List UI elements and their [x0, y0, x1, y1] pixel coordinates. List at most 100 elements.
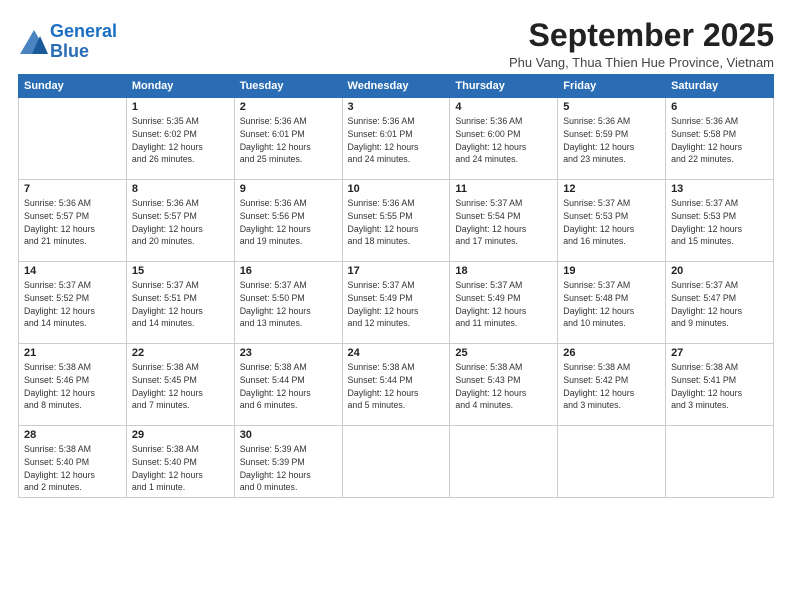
- calendar-cell: 28Sunrise: 5:38 AMSunset: 5:40 PMDayligh…: [19, 426, 127, 498]
- day-info: Sunrise: 5:38 AMSunset: 5:44 PMDaylight:…: [240, 361, 337, 412]
- day-number: 15: [132, 265, 229, 277]
- calendar-cell: [342, 426, 450, 498]
- day-info: Sunrise: 5:38 AMSunset: 5:45 PMDaylight:…: [132, 361, 229, 412]
- day-number: 8: [132, 183, 229, 195]
- calendar-cell: 13Sunrise: 5:37 AMSunset: 5:53 PMDayligh…: [666, 180, 774, 262]
- calendar-cell: 23 Sunrise: 5:38 AMSunset: 5:44 PMDayligh…: [234, 344, 342, 426]
- weekday-header-friday: Friday: [558, 75, 666, 98]
- day-number: 3: [348, 101, 445, 113]
- day-info: Sunrise: 5:38 AMSunset: 5:42 PMDaylight:…: [563, 361, 660, 412]
- day-number: 6: [671, 101, 768, 113]
- day-number: 20: [671, 265, 768, 277]
- calendar-table: SundayMondayTuesdayWednesdayThursdayFrid…: [18, 74, 774, 498]
- day-info: Sunrise: 5:36 AMSunset: 5:57 PMDaylight:…: [24, 197, 121, 248]
- weekday-header-sunday: Sunday: [19, 75, 127, 98]
- day-info: Sunrise: 5:37 AMSunset: 5:53 PMDaylight:…: [671, 197, 768, 248]
- day-number: 2: [240, 101, 337, 113]
- calendar-cell: 27 Sunrise: 5:38 AMSunset: 5:41 PMDayligh…: [666, 344, 774, 426]
- page: General Blue September 2025 Phu Vang, Th…: [0, 0, 792, 612]
- day-info: Sunrise: 5:37 AMSunset: 5:47 PMDaylight:…: [671, 279, 768, 330]
- calendar-cell: 25 Sunrise: 5:38 AMSunset: 5:43 PMDayligh…: [450, 344, 558, 426]
- weekday-header-tuesday: Tuesday: [234, 75, 342, 98]
- day-number: 17: [348, 265, 445, 277]
- weekday-header-row: SundayMondayTuesdayWednesdayThursdayFrid…: [19, 75, 774, 98]
- day-number: 16: [240, 265, 337, 277]
- day-number: 21: [24, 347, 121, 359]
- calendar-cell: 12Sunrise: 5:37 AMSunset: 5:53 PMDayligh…: [558, 180, 666, 262]
- calendar-cell: 6Sunrise: 5:36 AMSunset: 5:58 PMDaylight…: [666, 98, 774, 180]
- calendar-cell: 30Sunrise: 5:39 AMSunset: 5:39 PMDayligh…: [234, 426, 342, 498]
- day-number: 22: [132, 347, 229, 359]
- calendar-cell: 21 Sunrise: 5:38 AMSunset: 5:46 PMDayligh…: [19, 344, 127, 426]
- day-number: 30: [240, 429, 337, 441]
- weekday-header-saturday: Saturday: [666, 75, 774, 98]
- day-number: 29: [132, 429, 229, 441]
- calendar-cell: 18 Sunrise: 5:37 AMSunset: 5:49 PMDayligh…: [450, 262, 558, 344]
- week-row-4: 21 Sunrise: 5:38 AMSunset: 5:46 PMDayligh…: [19, 344, 774, 426]
- calendar-cell: [450, 426, 558, 498]
- week-row-3: 14 Sunrise: 5:37 AMSunset: 5:52 PMDayligh…: [19, 262, 774, 344]
- calendar-cell: 29 Sunrise: 5:38 AMSunset: 5:40 PMDayligh…: [126, 426, 234, 498]
- day-info: Sunrise: 5:38 AMSunset: 5:43 PMDaylight:…: [455, 361, 552, 412]
- day-info: Sunrise: 5:37 AMSunset: 5:48 PMDaylight:…: [563, 279, 660, 330]
- calendar-cell: 9Sunrise: 5:36 AMSunset: 5:56 PMDaylight…: [234, 180, 342, 262]
- day-info: Sunrise: 5:36 AMSunset: 5:55 PMDaylight:…: [348, 197, 445, 248]
- calendar-cell: 5 Sunrise: 5:36 AMSunset: 5:59 PMDaylight…: [558, 98, 666, 180]
- day-info: Sunrise: 5:38 AMSunset: 5:41 PMDaylight:…: [671, 361, 768, 412]
- calendar-cell: [666, 426, 774, 498]
- calendar-cell: 15 Sunrise: 5:37 AMSunset: 5:51 PMDayligh…: [126, 262, 234, 344]
- calendar-cell: 14 Sunrise: 5:37 AMSunset: 5:52 PMDayligh…: [19, 262, 127, 344]
- day-number: 27: [671, 347, 768, 359]
- day-number: 5: [563, 101, 660, 113]
- day-number: 4: [455, 101, 552, 113]
- day-info: Sunrise: 5:36 AMSunset: 6:01 PMDaylight:…: [240, 115, 337, 166]
- logo-text: General Blue: [50, 22, 117, 62]
- day-info: Sunrise: 5:35 AMSunset: 6:02 PMDaylight:…: [132, 115, 229, 166]
- day-info: Sunrise: 5:38 AMSunset: 5:44 PMDaylight:…: [348, 361, 445, 412]
- day-info: Sunrise: 5:37 AMSunset: 5:54 PMDaylight:…: [455, 197, 552, 248]
- day-number: 14: [24, 265, 121, 277]
- week-row-2: 7 Sunrise: 5:36 AMSunset: 5:57 PMDaylight…: [19, 180, 774, 262]
- weekday-header-monday: Monday: [126, 75, 234, 98]
- day-info: Sunrise: 5:38 AMSunset: 5:46 PMDaylight:…: [24, 361, 121, 412]
- day-number: 23: [240, 347, 337, 359]
- calendar-cell: 11Sunrise: 5:37 AMSunset: 5:54 PMDayligh…: [450, 180, 558, 262]
- day-number: 1: [132, 101, 229, 113]
- calendar-cell: 8 Sunrise: 5:36 AMSunset: 5:57 PMDaylight…: [126, 180, 234, 262]
- day-info: Sunrise: 5:37 AMSunset: 5:49 PMDaylight:…: [348, 279, 445, 330]
- calendar-cell: 26 Sunrise: 5:38 AMSunset: 5:42 PMDayligh…: [558, 344, 666, 426]
- day-number: 24: [348, 347, 445, 359]
- weekday-header-thursday: Thursday: [450, 75, 558, 98]
- location-subtitle: Phu Vang, Thua Thien Hue Province, Vietn…: [509, 55, 774, 70]
- day-info: Sunrise: 5:36 AMSunset: 5:59 PMDaylight:…: [563, 115, 660, 166]
- calendar-cell: 3 Sunrise: 5:36 AMSunset: 6:01 PMDaylight…: [342, 98, 450, 180]
- day-info: Sunrise: 5:37 AMSunset: 5:51 PMDaylight:…: [132, 279, 229, 330]
- week-row-1: 1 Sunrise: 5:35 AMSunset: 6:02 PMDaylight…: [19, 98, 774, 180]
- day-info: Sunrise: 5:36 AMSunset: 5:57 PMDaylight:…: [132, 197, 229, 248]
- day-number: 18: [455, 265, 552, 277]
- day-info: Sunrise: 5:36 AMSunset: 5:56 PMDaylight:…: [240, 197, 337, 248]
- calendar-cell: 22 Sunrise: 5:38 AMSunset: 5:45 PMDayligh…: [126, 344, 234, 426]
- calendar-cell: 16Sunrise: 5:37 AMSunset: 5:50 PMDayligh…: [234, 262, 342, 344]
- day-info: Sunrise: 5:37 AMSunset: 5:53 PMDaylight:…: [563, 197, 660, 248]
- day-number: 7: [24, 183, 121, 195]
- title-block: September 2025 Phu Vang, Thua Thien Hue …: [509, 18, 774, 70]
- day-number: 28: [24, 429, 121, 441]
- logo: General Blue: [18, 22, 117, 62]
- month-title: September 2025: [509, 18, 774, 53]
- day-info: Sunrise: 5:37 AMSunset: 5:52 PMDaylight:…: [24, 279, 121, 330]
- day-info: Sunrise: 5:38 AMSunset: 5:40 PMDaylight:…: [132, 443, 229, 494]
- week-row-5: 28 Sunrise: 5:38 AMSunset: 5:40 PMDayligh…: [19, 426, 774, 498]
- calendar-cell: 2 Sunrise: 5:36 AMSunset: 6:01 PMDaylight…: [234, 98, 342, 180]
- logo-icon: [18, 28, 46, 56]
- day-info: Sunrise: 5:36 AMSunset: 6:00 PMDaylight:…: [455, 115, 552, 166]
- calendar-cell: [19, 98, 127, 180]
- day-number: 25: [455, 347, 552, 359]
- calendar-cell: 17 Sunrise: 5:37 AMSunset: 5:49 PMDayligh…: [342, 262, 450, 344]
- calendar-cell: 10Sunrise: 5:36 AMSunset: 5:55 PMDayligh…: [342, 180, 450, 262]
- day-info: Sunrise: 5:36 AMSunset: 6:01 PMDaylight:…: [348, 115, 445, 166]
- calendar-cell: 24 Sunrise: 5:38 AMSunset: 5:44 PMDayligh…: [342, 344, 450, 426]
- day-number: 26: [563, 347, 660, 359]
- day-info: Sunrise: 5:37 AMSunset: 5:49 PMDaylight:…: [455, 279, 552, 330]
- header: General Blue September 2025 Phu Vang, Th…: [18, 18, 774, 70]
